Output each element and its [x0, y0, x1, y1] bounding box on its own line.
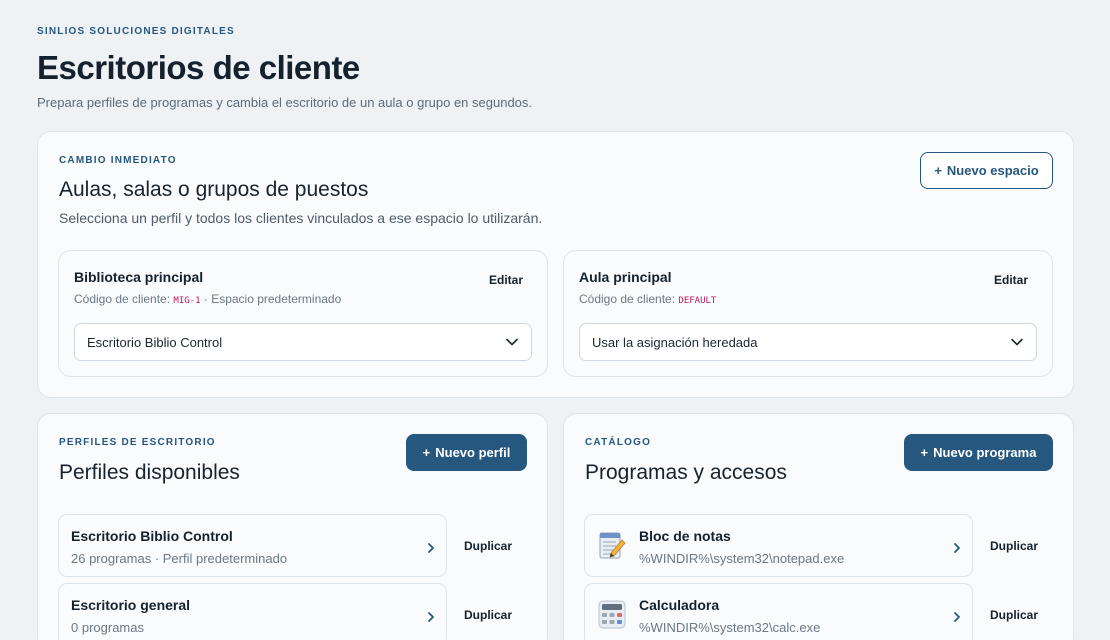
profile-row[interactable]: Escritorio Biblio Control 26 programas ·…: [58, 514, 447, 577]
chevron-down-icon: [505, 335, 519, 349]
new-program-label: Nuevo programa: [933, 445, 1037, 460]
notepad-icon: [597, 529, 627, 562]
program-path: %WINDIR%\system32\notepad.exe: [639, 551, 845, 566]
profile-name: Escritorio Biblio Control: [71, 528, 233, 544]
chevron-down-icon: [1010, 335, 1024, 349]
profiles-title: Perfiles disponibles: [59, 461, 240, 484]
calculator-icon: [597, 598, 627, 631]
profile-select[interactable]: Usar la asignación heredada: [579, 323, 1037, 361]
program-path: %WINDIR%\system32\calc.exe: [639, 620, 821, 635]
profile-meta: 0 programas: [71, 620, 144, 635]
brand-name: SINLIOS SOLUCIONES DIGITALES: [37, 26, 235, 37]
space-card-biblioteca: Biblioteca principal Editar Código de cl…: [58, 250, 548, 377]
program-row[interactable]: Bloc de notas %WINDIR%\system32\notepad.…: [584, 514, 973, 577]
space-note: · Espacio predeterminado: [203, 292, 342, 306]
program-name: Bloc de notas: [639, 528, 731, 544]
spaces-description: Selecciona un perfil y todos los cliente…: [59, 210, 543, 226]
profile-row[interactable]: Escritorio general 0 programas: [58, 583, 447, 640]
new-space-button[interactable]: + Nuevo espacio: [920, 152, 1053, 189]
plus-icon: +: [422, 445, 431, 460]
edit-space-button[interactable]: Editar: [489, 273, 523, 287]
spaces-eyebrow: CAMBIO INMEDIATO: [59, 155, 177, 166]
client-code: DEFAULT: [678, 296, 717, 306]
new-profile-button[interactable]: + Nuevo perfil: [406, 434, 527, 471]
page-subtitle: Prepara perfiles de programas y cambia e…: [37, 95, 533, 110]
space-name: Biblioteca principal: [74, 269, 204, 285]
profiles-card: PERFILES DE ESCRITORIO Perfiles disponib…: [37, 413, 548, 640]
plus-icon: +: [920, 445, 929, 460]
profile-select[interactable]: Escritorio Biblio Control: [74, 323, 532, 361]
spaces-title: Aulas, salas o grupos de puestos: [59, 178, 369, 201]
space-name: Aula principal: [579, 269, 672, 285]
page-title: Escritorios de cliente: [37, 49, 360, 86]
program-row[interactable]: Calculadora %WINDIR%\system32\calc.exe: [584, 583, 973, 640]
space-meta: Código de cliente: MIG-1 · Espacio prede…: [74, 292, 341, 306]
plus-icon: +: [934, 163, 942, 178]
profile-select-value: Escritorio Biblio Control: [87, 334, 223, 350]
chevron-right-icon: [426, 541, 436, 553]
client-code-label: Código de cliente:: [579, 292, 676, 306]
chevron-right-icon: [952, 541, 962, 553]
new-space-label: Nuevo espacio: [946, 163, 1039, 178]
catalog-eyebrow: CATÁLOGO: [585, 437, 652, 448]
program-name: Calculadora: [639, 597, 720, 613]
new-program-button[interactable]: + Nuevo programa: [904, 434, 1053, 471]
client-code-label: Código de cliente:: [74, 292, 171, 306]
chevron-right-icon: [426, 610, 436, 622]
catalog-card: CATÁLOGO Programas y accesos + Nuevo pro…: [563, 413, 1074, 640]
duplicate-profile-button[interactable]: Duplicar: [464, 608, 512, 622]
client-code: MIG-1: [173, 296, 201, 306]
spaces-card: CAMBIO INMEDIATO Aulas, salas o grupos d…: [37, 131, 1074, 398]
catalog-title: Programas y accesos: [585, 461, 787, 484]
profiles-eyebrow: PERFILES DE ESCRITORIO: [59, 437, 216, 448]
space-meta: Código de cliente: DEFAULT: [579, 292, 716, 306]
profile-name: Escritorio general: [71, 597, 191, 613]
edit-space-button[interactable]: Editar: [994, 273, 1028, 287]
profile-meta: 26 programas · Perfil predeterminado: [71, 551, 288, 566]
duplicate-program-button[interactable]: Duplicar: [990, 539, 1038, 553]
profile-select-value: Usar la asignación heredada: [592, 334, 758, 350]
space-card-aula: Aula principal Editar Código de cliente:…: [563, 250, 1053, 377]
duplicate-profile-button[interactable]: Duplicar: [464, 539, 512, 553]
duplicate-program-button[interactable]: Duplicar: [990, 608, 1038, 622]
new-profile-label: Nuevo perfil: [435, 445, 511, 460]
chevron-right-icon: [952, 610, 962, 622]
